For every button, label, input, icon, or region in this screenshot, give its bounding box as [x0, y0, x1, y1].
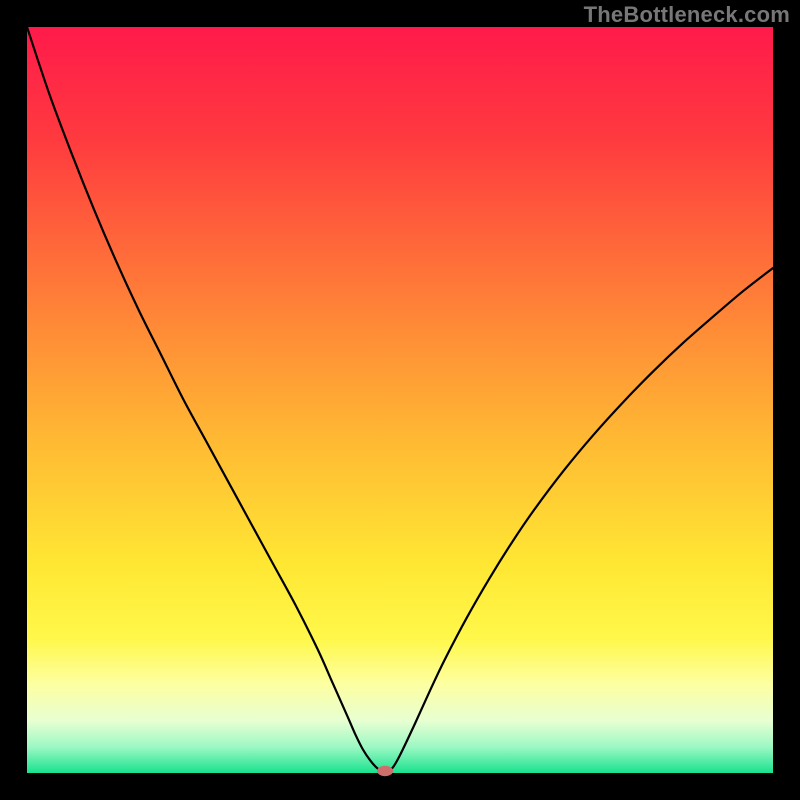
- plot-area: [27, 27, 773, 773]
- bottleneck-chart: [0, 0, 800, 800]
- optimal-point-marker: [377, 766, 393, 776]
- watermark-text: TheBottleneck.com: [584, 2, 790, 28]
